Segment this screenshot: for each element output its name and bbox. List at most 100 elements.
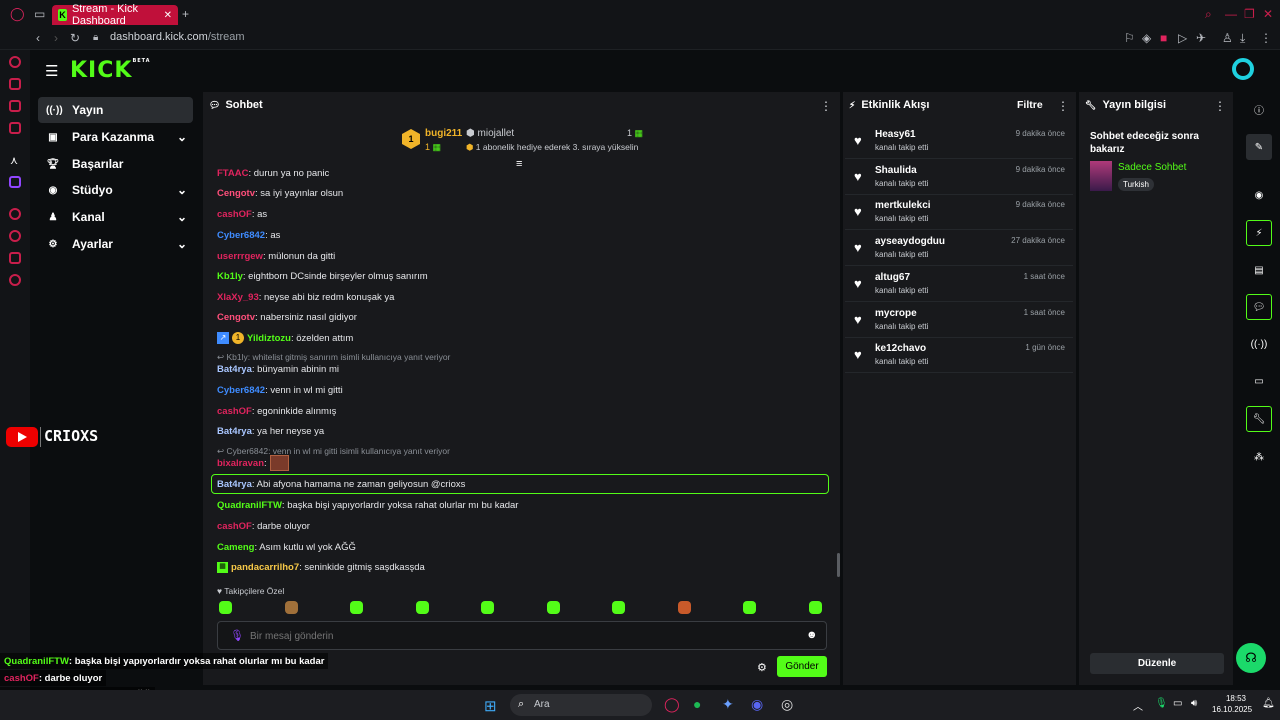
discord-icon[interactable]: ◉ bbox=[751, 696, 763, 713]
download-icon[interactable]: ⤓ bbox=[1240, 32, 1245, 44]
chat-tool-icon[interactable]: 💬︎ bbox=[1246, 294, 1272, 320]
chat-username[interactable]: cashOF bbox=[217, 406, 252, 417]
activity-item[interactable]: ♥ mertkulekci kanalı takip etti 9 dakika ön… bbox=[845, 196, 1073, 231]
support-headset-icon[interactable]: ☊ bbox=[1236, 643, 1266, 673]
chat-username[interactable]: QuadranilFTW bbox=[217, 500, 282, 511]
clock-time[interactable]: 18:53 bbox=[1221, 694, 1251, 703]
forward-icon[interactable]: › bbox=[54, 32, 58, 44]
opera-taskbar-icon[interactable]: ◯ bbox=[664, 696, 680, 713]
hamburger-menu-icon[interactable]: ☰ bbox=[45, 62, 58, 80]
chat-username[interactable]: Cengotv bbox=[217, 312, 255, 323]
kick-logo[interactable]: KICKBETA bbox=[70, 58, 151, 83]
layout-icon[interactable]: ▭ bbox=[1246, 368, 1272, 394]
profile-icon[interactable]: ♙ bbox=[1222, 32, 1233, 44]
chat-username[interactable]: XlaXy_93 bbox=[217, 292, 259, 303]
news-icon[interactable] bbox=[9, 122, 21, 134]
emote-button[interactable] bbox=[546, 601, 560, 614]
taskbar-search[interactable]: ⌕ Ara bbox=[510, 694, 652, 716]
lightning-tool-icon[interactable]: ⚡︎ bbox=[1246, 220, 1272, 246]
extension-icon[interactable]: ◈ bbox=[1142, 32, 1151, 44]
app-icon[interactable]: ◎ bbox=[781, 696, 793, 713]
pencil-icon[interactable]: ✎ bbox=[1246, 134, 1272, 160]
chat-username[interactable]: cashOF bbox=[217, 209, 252, 220]
pinned-gifter[interactable]: bugi211 bbox=[425, 128, 462, 139]
clock-icon[interactable] bbox=[9, 230, 21, 242]
emote-button[interactable] bbox=[219, 601, 232, 614]
activity-item[interactable]: ♥ ayseaydogduu kanalı takip etti 27 dakika … bbox=[845, 232, 1073, 267]
chat-username[interactable]: Cyber6842 bbox=[217, 230, 265, 241]
nav-item-yayin[interactable]: ((·)) Yayın bbox=[38, 97, 193, 123]
category-thumbnail[interactable] bbox=[1090, 161, 1112, 191]
chat-username[interactable]: pandacarrilho7 bbox=[231, 562, 299, 573]
reply-reference[interactable]: ↩ Kb1ly: whitelist gitmiş sanırım isimli… bbox=[217, 352, 450, 363]
document-icon[interactable]: ▤ bbox=[1246, 257, 1272, 283]
emote-button[interactable] bbox=[415, 601, 429, 614]
chat-username[interactable]: FTAAC bbox=[217, 168, 248, 179]
chat-username[interactable]: Bat4rya bbox=[217, 426, 252, 437]
kick-rail-icon[interactable]: ⋏ bbox=[10, 154, 22, 167]
activity-username[interactable]: ayseaydogduu bbox=[875, 236, 945, 247]
close-window-icon[interactable]: ✕ bbox=[1263, 8, 1273, 20]
player-icon[interactable] bbox=[9, 208, 21, 220]
emote-button[interactable] bbox=[612, 601, 625, 614]
chat-username[interactable]: Kb1ly bbox=[217, 271, 243, 282]
reply-reference[interactable]: ↩ Cyber6842: venn in wl mi gitti isimli … bbox=[217, 446, 450, 457]
user-avatar[interactable] bbox=[1232, 58, 1254, 80]
settings-rail-icon[interactable] bbox=[9, 274, 21, 286]
wrench-tool-icon[interactable]: 🔧︎ bbox=[1246, 406, 1272, 432]
emote-button[interactable] bbox=[743, 601, 756, 614]
windows-start-icon[interactable]: ⊞ bbox=[484, 697, 497, 715]
messenger-icon[interactable] bbox=[9, 100, 21, 112]
close-tab-icon[interactable]: ✕ bbox=[164, 10, 172, 21]
reload-icon[interactable]: ↻ bbox=[70, 32, 80, 44]
chat-settings-icon[interactable]: ⚙ bbox=[757, 661, 767, 674]
stream-info-menu-icon[interactable]: ⋮ bbox=[1214, 99, 1226, 113]
activity-item[interactable]: ♥ altug67 kanalı takip etti 1 saat önce bbox=[845, 268, 1073, 302]
emote-button[interactable] bbox=[284, 601, 298, 614]
nav-item-kanal[interactable]: ♟ Kanal ⌄ bbox=[38, 204, 193, 230]
microphone-icon[interactable]: 🎙︎ bbox=[230, 629, 244, 642]
activity-username[interactable]: Shaulida bbox=[875, 165, 917, 176]
vpn-icon[interactable]: ✈ bbox=[1196, 32, 1206, 44]
chat-username[interactable]: cashOF bbox=[217, 521, 252, 532]
emote-button[interactable] bbox=[677, 601, 691, 614]
chat-username[interactable]: Cengotv bbox=[217, 188, 255, 199]
mic-tray-icon[interactable]: 🎙︎ bbox=[1155, 698, 1168, 709]
send-button[interactable]: Gönder bbox=[777, 656, 827, 677]
tray-chevron-icon[interactable]: ︿ bbox=[1133, 698, 1143, 713]
opera-logo-icon[interactable]: ◯ bbox=[10, 7, 25, 20]
chat-menu-icon[interactable]: ⋮ bbox=[820, 99, 832, 113]
chat-username[interactable]: userrrgew bbox=[217, 251, 263, 262]
play-icon[interactable]: ▷ bbox=[1178, 32, 1187, 44]
maximize-icon[interactable]: ❐ bbox=[1244, 8, 1255, 20]
edit-button[interactable]: Düzenle bbox=[1090, 653, 1224, 674]
url-text[interactable]: dashboard.kick.com/stream bbox=[110, 31, 245, 43]
category-link[interactable]: Sadece Sohbet bbox=[1118, 162, 1186, 173]
broadcast-tool-icon[interactable]: ((·)) bbox=[1246, 331, 1272, 357]
nav-item-basarilar[interactable]: 🏆︎ Başarılar bbox=[38, 151, 193, 177]
bookmark-icon[interactable]: ⚐ bbox=[1124, 32, 1135, 44]
shop-icon[interactable] bbox=[9, 78, 21, 90]
chat-username[interactable]: Bat4rya bbox=[217, 479, 252, 490]
menu-icon[interactable]: ⋮ bbox=[1260, 32, 1272, 44]
activity-username[interactable]: altug67 bbox=[875, 272, 910, 283]
activity-username[interactable]: Heasy61 bbox=[875, 129, 916, 140]
workspace-icon[interactable]: ▭ bbox=[34, 8, 45, 20]
share-icon[interactable]: ⁂ bbox=[1246, 444, 1272, 470]
clock-date[interactable]: 16.10.2025 bbox=[1212, 705, 1252, 714]
activity-item[interactable]: ♥ mycrope kanalı takip etti 1 saat önce bbox=[845, 304, 1073, 338]
nav-item-studyo[interactable]: ◉ Stüdyo ⌄ bbox=[38, 177, 193, 203]
emoji-picker-icon[interactable]: ☻ bbox=[806, 629, 818, 641]
activity-menu-icon[interactable]: ⋮ bbox=[1057, 99, 1069, 113]
emote-button[interactable] bbox=[808, 601, 822, 614]
new-tab-button[interactable]: + bbox=[182, 8, 189, 20]
vpn-rail-icon[interactable] bbox=[9, 252, 21, 264]
chat-scrollbar[interactable] bbox=[837, 553, 840, 577]
back-icon[interactable]: ‹ bbox=[36, 32, 40, 44]
activity-item[interactable]: ♥ ke12chavo kanalı takip etti 1 gün önce bbox=[845, 339, 1073, 374]
activity-username[interactable]: mycrope bbox=[875, 308, 917, 319]
chat-username[interactable]: Cameng bbox=[217, 542, 254, 553]
chat-username[interactable]: bixalravan bbox=[217, 458, 264, 469]
activity-item[interactable]: ♥ Heasy61 kanalı takip etti 9 dakika önce bbox=[845, 125, 1073, 159]
twitch-icon[interactable] bbox=[9, 176, 21, 188]
